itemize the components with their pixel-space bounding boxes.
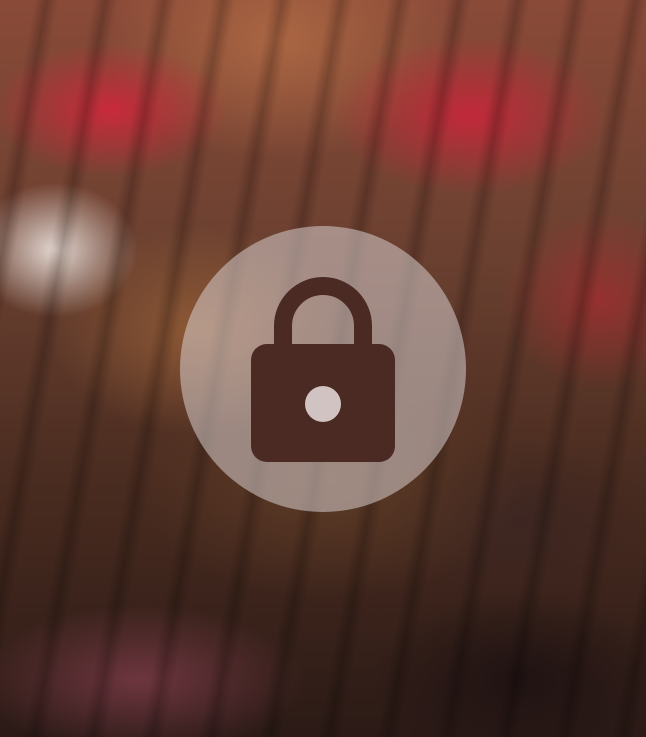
unlock-button[interactable] xyxy=(180,226,466,512)
locked-media-frame xyxy=(0,0,646,737)
lock-icon xyxy=(251,277,395,462)
